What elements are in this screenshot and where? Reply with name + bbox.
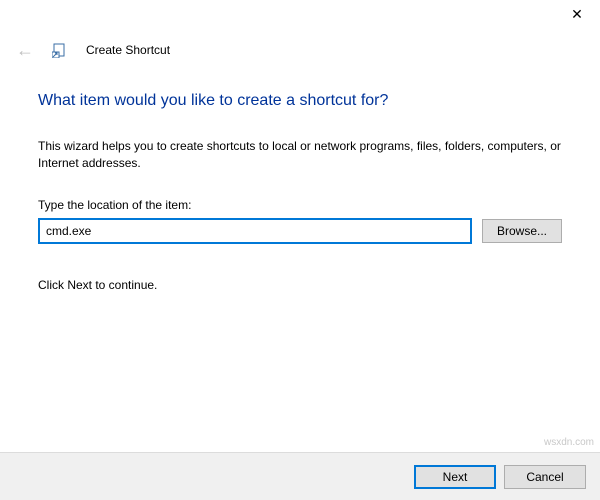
page-description: This wizard helps you to create shortcut… bbox=[38, 138, 562, 172]
titlebar: ✕ bbox=[0, 0, 600, 32]
next-button[interactable]: Next bbox=[414, 465, 496, 489]
browse-button[interactable]: Browse... bbox=[482, 219, 562, 243]
wizard-content: What item would you like to create a sho… bbox=[0, 62, 600, 292]
location-input[interactable] bbox=[38, 218, 472, 244]
page-heading: What item would you like to create a sho… bbox=[38, 92, 562, 110]
close-button[interactable]: ✕ bbox=[554, 0, 600, 28]
wizard-title: Create Shortcut bbox=[86, 43, 170, 57]
cancel-button[interactable]: Cancel bbox=[504, 465, 586, 489]
close-icon: ✕ bbox=[571, 6, 583, 23]
location-label: Type the location of the item: bbox=[38, 198, 562, 212]
watermark: wsxdn.com bbox=[544, 437, 594, 448]
wizard-footer: Next Cancel bbox=[0, 452, 600, 500]
back-arrow-icon[interactable]: ← bbox=[16, 41, 34, 59]
wizard-header: ← Create Shortcut bbox=[0, 32, 600, 62]
location-row: Browse... bbox=[38, 218, 562, 244]
continue-instruction: Click Next to continue. bbox=[38, 278, 562, 292]
shortcut-icon bbox=[52, 42, 68, 58]
